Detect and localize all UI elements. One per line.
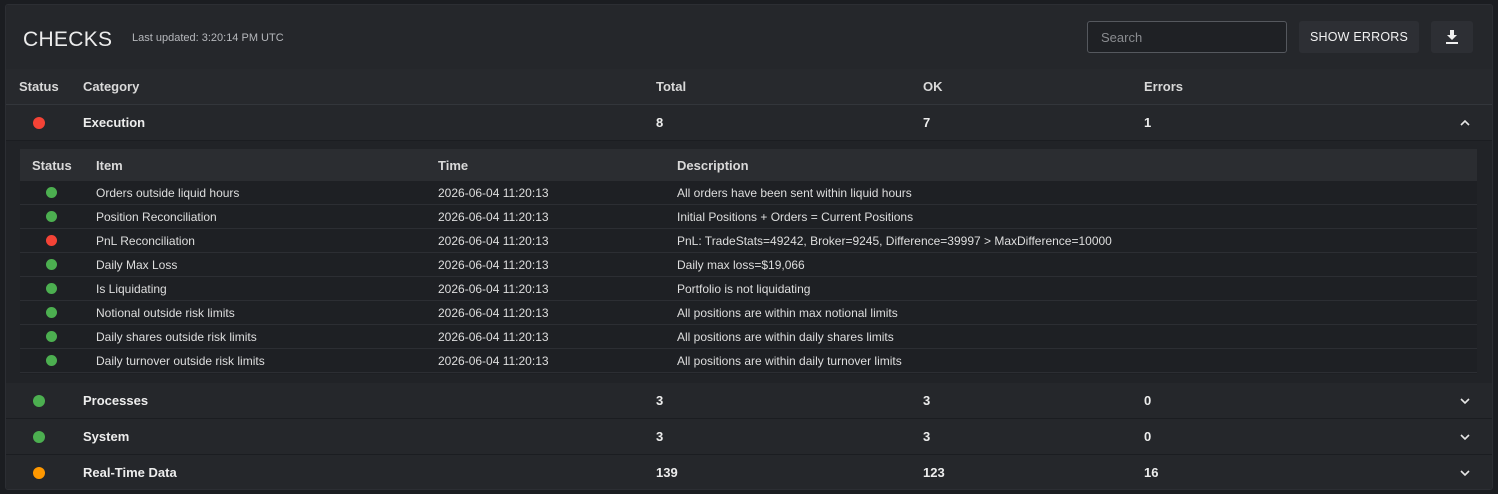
status-dot — [46, 259, 57, 270]
detail-description: Daily max loss=$19,066 — [677, 257, 805, 272]
detail-description-column-header: Description — [677, 157, 749, 173]
expand-button[interactable] — [1459, 467, 1471, 479]
detail-row: Notional outside risk limits 2026-06-04 1… — [20, 301, 1477, 325]
category-row-system[interactable]: System 3 3 0 — [6, 419, 1492, 455]
status-dot — [46, 331, 57, 342]
status-dot — [33, 430, 45, 443]
detail-row: Daily Max Loss 2026-06-04 11:20:13 Daily m… — [20, 253, 1477, 277]
status-dot — [46, 187, 57, 198]
detail-item: Is Liquidating — [96, 281, 167, 296]
category-row-real-time-data[interactable]: Real-Time Data 139 123 16 — [6, 455, 1492, 489]
status-dot — [33, 116, 45, 129]
detail-time: 2026-06-04 11:20:13 — [438, 233, 549, 248]
category-errors: 0 — [1144, 429, 1152, 444]
detail-status-column-header: Status — [32, 157, 72, 173]
detail-time-column-header: Time — [438, 157, 469, 173]
status-dot — [33, 394, 45, 407]
detail-description: Initial Positions + Orders = Current Pos… — [677, 209, 914, 224]
page-title: CHECKS — [23, 28, 113, 51]
download-icon — [1446, 30, 1458, 44]
detail-item: Notional outside risk limits — [96, 305, 235, 320]
category-name: Processes — [83, 393, 149, 408]
category-ok: 7 — [923, 115, 931, 130]
category-name: Real-Time Data — [83, 465, 177, 480]
detail-time: 2026-06-04 11:20:13 — [438, 185, 549, 200]
detail-item: Position Reconciliation — [96, 209, 217, 224]
detail-description: All positions are within daily shares li… — [677, 329, 894, 344]
detail-item: Daily shares outside risk limits — [96, 329, 257, 344]
detail-time: 2026-06-04 11:20:13 — [438, 329, 549, 344]
detail-table-header: Status Item Time Description — [20, 149, 1477, 181]
status-dot — [46, 283, 57, 294]
detail-time: 2026-06-04 11:20:13 — [438, 305, 549, 320]
expand-button[interactable] — [1459, 395, 1471, 407]
checks-header: CHECKS Last updated: 3:20:14 PM UTC SHOW… — [6, 5, 1492, 69]
detail-item: Daily Max Loss — [96, 257, 178, 272]
category-errors: 0 — [1144, 393, 1152, 408]
detail-time: 2026-06-04 11:20:13 — [438, 257, 549, 272]
detail-row: Orders outside liquid hours 2026-06-04 11… — [20, 181, 1477, 205]
detail-description: All orders have been sent within liquid … — [677, 185, 912, 200]
detail-item: Daily turnover outside risk limits — [96, 353, 265, 368]
detail-item: Orders outside liquid hours — [96, 185, 240, 200]
category-name: Execution — [83, 115, 146, 130]
detail-time: 2026-06-04 11:20:13 — [438, 353, 549, 368]
show-errors-button[interactable]: SHOW ERRORS — [1299, 21, 1419, 53]
chevron-up-icon — [1460, 119, 1470, 126]
status-dot — [46, 211, 57, 222]
expand-button[interactable] — [1459, 431, 1471, 443]
chevron-down-icon — [1460, 434, 1470, 441]
category-total: 139 — [656, 465, 678, 480]
category-errors: 1 — [1144, 115, 1152, 130]
detail-row: Position Reconciliation 2026-06-04 11:20:… — [20, 205, 1477, 229]
detail-item-column-header: Item — [96, 157, 123, 173]
download-button[interactable] — [1431, 21, 1473, 53]
ok-column-header: OK — [923, 79, 943, 94]
category-ok: 3 — [923, 429, 931, 444]
category-name: System — [83, 429, 130, 444]
checks-panel: CHECKS Last updated: 3:20:14 PM UTC SHOW… — [5, 4, 1493, 490]
detail-description: Portfolio is not liquidating — [677, 281, 811, 296]
detail-row: Is Liquidating 2026-06-04 11:20:13 Portfol… — [20, 277, 1477, 301]
category-errors: 16 — [1144, 465, 1159, 480]
category-row-processes[interactable]: Processes 3 3 0 — [6, 383, 1492, 419]
detail-item: PnL Reconciliation — [96, 233, 195, 248]
category-ok: 3 — [923, 393, 931, 408]
category-total: 3 — [656, 393, 664, 408]
category-table-header: Status Category Total OK Errors — [6, 69, 1492, 105]
detail-description: All positions are within daily turnover … — [677, 353, 902, 368]
status-dot — [46, 235, 57, 246]
total-column-header: Total — [656, 79, 687, 94]
status-dot — [46, 355, 57, 366]
last-updated-text: Last updated: 3:20:14 PM UTC — [132, 32, 284, 44]
detail-row: Daily shares outside risk limits 2026-06-… — [20, 325, 1477, 349]
category-row-execution[interactable]: Execution 8 7 1 — [6, 105, 1492, 141]
status-dot — [33, 466, 45, 479]
detail-row: PnL Reconciliation 2026-06-04 11:20:13 PnL… — [20, 229, 1477, 253]
execution-detail-table: Status Item Time Description Orders outs… — [20, 149, 1477, 374]
collapse-button[interactable] — [1459, 117, 1471, 129]
category-total: 3 — [656, 429, 664, 444]
chevron-down-icon — [1460, 398, 1470, 405]
category-column-header: Category — [83, 79, 140, 94]
detail-time: 2026-06-04 11:20:13 — [438, 281, 549, 296]
search-input[interactable] — [1087, 21, 1287, 53]
category-total: 8 — [656, 115, 664, 130]
detail-description: PnL: TradeStats=49242, Broker=9245, Diff… — [677, 233, 1112, 248]
errors-column-header: Errors — [1144, 79, 1184, 94]
detail-row: Daily turnover outside risk limits 2026-0… — [20, 349, 1477, 373]
category-ok: 123 — [923, 465, 945, 480]
status-dot — [46, 307, 57, 318]
chevron-down-icon — [1460, 470, 1470, 477]
detail-time: 2026-06-04 11:20:13 — [438, 209, 549, 224]
detail-description: All positions are within max notional li… — [677, 305, 898, 320]
status-column-header: Status — [19, 79, 59, 94]
